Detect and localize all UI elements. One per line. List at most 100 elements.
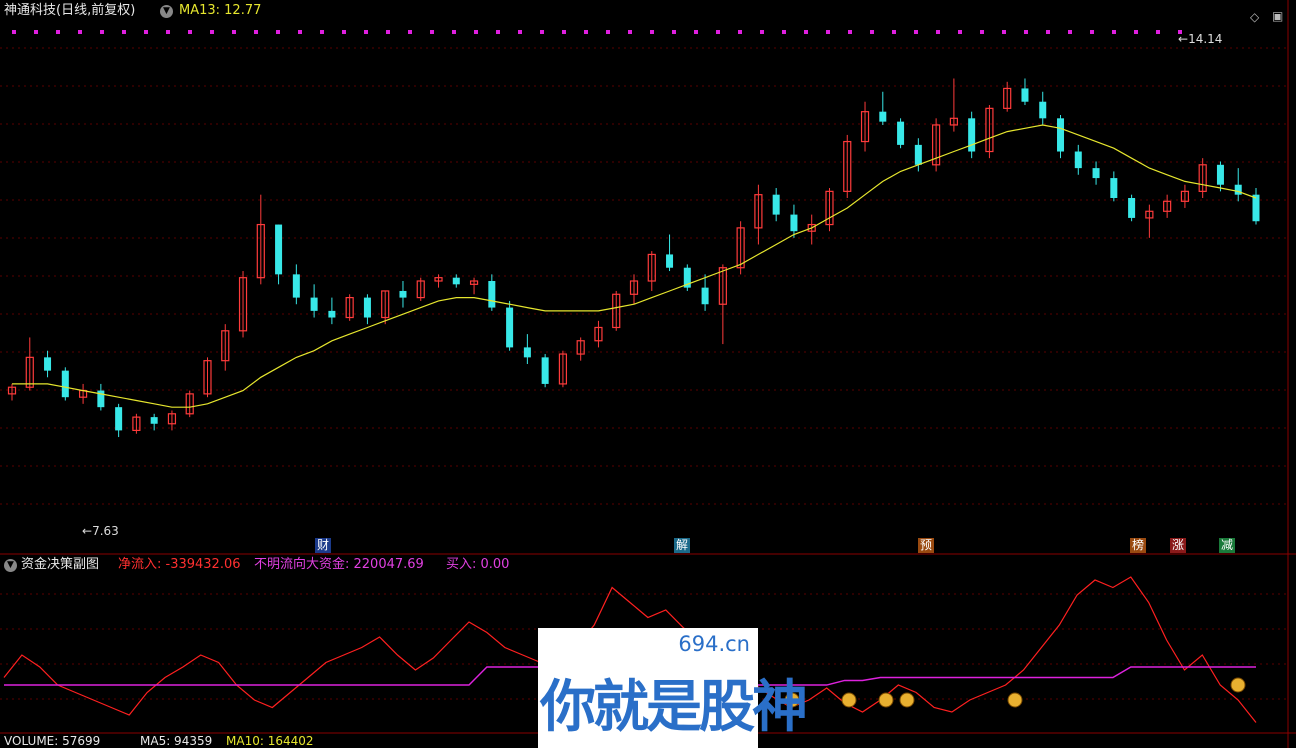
buy-readout: 买入: 0.00 — [446, 557, 510, 572]
diamond-icon[interactable]: ◇ — [1250, 10, 1259, 24]
signal-dot — [34, 30, 38, 34]
signal-dot — [298, 30, 302, 34]
signal-dot — [936, 30, 940, 34]
watermark-url: 694.cn — [678, 632, 750, 656]
signal-dot — [452, 30, 456, 34]
ma13-line — [12, 124, 1257, 408]
marker-unlock[interactable]: 解 — [674, 538, 690, 553]
signal-dot — [1046, 30, 1050, 34]
candle-body — [1074, 151, 1082, 169]
low-price-label: ←7.63 — [82, 524, 119, 538]
volume-readout: VOLUME: 57699 — [4, 734, 101, 748]
signal-dot — [540, 30, 544, 34]
signal-dot — [760, 30, 764, 34]
candle-body — [310, 297, 318, 311]
candle-body — [44, 357, 52, 371]
candle-body — [1216, 164, 1224, 185]
candle-body — [488, 281, 496, 308]
signal-dot — [276, 30, 280, 34]
unknown-flow-readout: 不明流向大资金: 220047.69 — [254, 557, 424, 572]
candle-body — [1057, 118, 1065, 152]
ma10-readout: MA10: 164402 — [226, 734, 314, 748]
signal-dot — [166, 30, 170, 34]
signal-dot — [188, 30, 192, 34]
signal-dot — [320, 30, 324, 34]
money-bag-icon — [1230, 677, 1246, 693]
watermark-text: 你就是股神 — [540, 675, 808, 740]
marker-ranking[interactable]: 榜 — [1130, 538, 1146, 553]
candle-body — [541, 357, 549, 384]
candle-body — [1128, 198, 1136, 218]
signal-dot — [1024, 30, 1028, 34]
money-bag-icon — [899, 692, 915, 708]
candle-body — [790, 214, 798, 232]
signal-dot — [12, 30, 16, 34]
money-bag-icon — [1007, 692, 1023, 708]
subchart-header: ▼ 资金决策副图 净流入: -339432.06 不明流向大资金: 220047… — [0, 555, 1296, 575]
candle-body — [914, 144, 922, 165]
money-bag-icon — [878, 692, 894, 708]
marker-reduce[interactable]: 减 — [1219, 538, 1235, 553]
signal-dot — [606, 30, 610, 34]
candle-body — [150, 417, 158, 424]
signal-dot — [496, 30, 500, 34]
signal-dot — [232, 30, 236, 34]
ma5-readout: MA5: 94359 — [140, 734, 213, 748]
marker-limit-up[interactable]: 涨 — [1170, 538, 1186, 553]
signal-dot — [364, 30, 368, 34]
candle-body — [115, 407, 123, 431]
candle-body — [275, 224, 283, 275]
signal-dot — [694, 30, 698, 34]
signal-dot — [474, 30, 478, 34]
signal-dot — [738, 30, 742, 34]
signal-dot — [1068, 30, 1072, 34]
candle-body — [1092, 168, 1100, 179]
money-bag-icon — [841, 692, 857, 708]
candle-body — [968, 118, 976, 152]
ma13-readout: MA13: 12.77 — [179, 3, 262, 18]
signal-dot — [562, 30, 566, 34]
signal-dot — [980, 30, 984, 34]
signal-dot — [716, 30, 720, 34]
chart-options-icon[interactable]: ▼ — [160, 5, 173, 18]
signal-dot — [430, 30, 434, 34]
main-chart-header: 神通科技(日线,前复权) ▼ MA13: 12.77 — [0, 0, 1296, 22]
signal-dot — [122, 30, 126, 34]
candle-body — [1252, 194, 1260, 222]
candle-body — [772, 194, 780, 215]
signal-dot — [386, 30, 390, 34]
signal-dot — [584, 30, 588, 34]
candle-body — [328, 310, 336, 318]
signal-dot — [914, 30, 918, 34]
subchart-options-icon[interactable]: ▼ — [4, 559, 17, 572]
candle-body — [1039, 101, 1047, 119]
candle-body — [506, 307, 514, 348]
candle-body — [452, 277, 460, 285]
candle-body — [363, 297, 371, 318]
signal-dot — [782, 30, 786, 34]
marker-finance[interactable]: 财 — [315, 538, 331, 553]
signal-dot — [672, 30, 676, 34]
signal-dot — [254, 30, 258, 34]
signal-dot — [804, 30, 808, 34]
high-price-value: 14.14 — [1188, 32, 1223, 46]
marker-forecast[interactable]: 预 — [918, 538, 934, 553]
stock-title: 神通科技(日线,前复权) — [4, 3, 136, 18]
watermark: 694.cn 你就是股神 — [538, 628, 808, 748]
signal-dot — [408, 30, 412, 34]
candle-body — [666, 254, 674, 268]
candle-body — [1021, 88, 1029, 102]
signal-dot — [848, 30, 852, 34]
candle-body — [897, 121, 905, 145]
signal-dot — [628, 30, 632, 34]
signal-dot — [892, 30, 896, 34]
subchart-title: 资金决策副图 — [21, 557, 100, 572]
signal-dot — [210, 30, 214, 34]
signal-dot — [826, 30, 830, 34]
candle-body — [1110, 178, 1118, 198]
signal-dot — [1156, 30, 1160, 34]
signal-dot — [100, 30, 104, 34]
candle-body — [61, 370, 69, 398]
window-toggle-icon[interactable]: ▣ — [1272, 9, 1283, 23]
candle-body — [701, 287, 709, 305]
